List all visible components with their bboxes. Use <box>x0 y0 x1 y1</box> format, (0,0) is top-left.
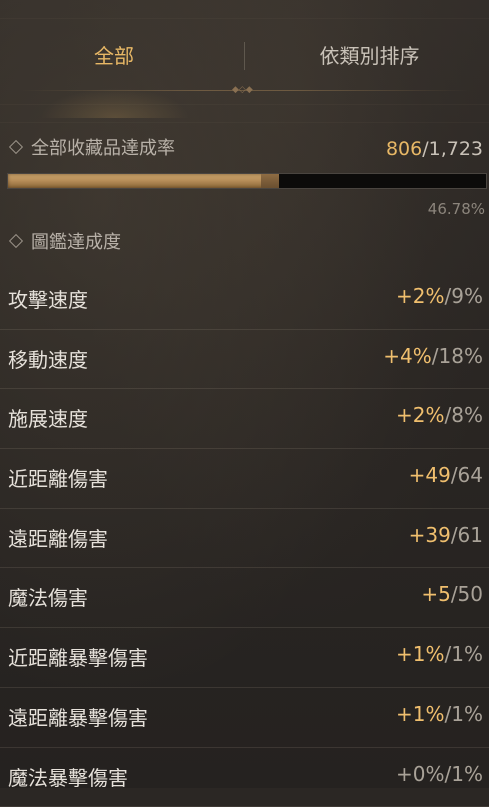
tab-divider <box>244 42 245 70</box>
stat-row: 魔法傷害 +5/50 <box>0 568 489 628</box>
active-tab-glow <box>40 88 190 118</box>
stat-label: 攻擊速度 <box>8 284 88 313</box>
stat-label: 近距離傷害 <box>8 463 108 492</box>
stat-row: 近距離暴擊傷害 +1%/1% <box>0 628 489 688</box>
background-scribble <box>0 122 489 123</box>
stat-bonus: +0% <box>396 762 445 786</box>
stat-label: 魔法傷害 <box>8 582 88 611</box>
collection-current: 806 <box>386 138 422 160</box>
stat-max: /18% <box>432 344 483 368</box>
stat-row: 魔法暴擊傷害 +0%/1% <box>0 748 489 807</box>
stat-label: 移動速度 <box>8 344 88 373</box>
stat-max: /64 <box>451 463 483 487</box>
stat-bonus: +49 <box>409 463 451 487</box>
stat-value: +5/50 <box>421 582 483 606</box>
stat-value: +4%/18% <box>383 344 483 368</box>
collection-percent: 46.78% <box>428 200 485 218</box>
collection-count: 806/1,723 <box>386 136 483 162</box>
collection-progress-tip <box>261 174 279 188</box>
stat-max: /9% <box>445 284 483 308</box>
diamond-bullet-icon <box>9 234 23 248</box>
stat-label: 施展速度 <box>8 403 88 432</box>
codex-title: 圖鑑達成度 <box>31 232 121 253</box>
stat-bonus: +5 <box>421 582 450 606</box>
stat-row: 遠距離暴擊傷害 +1%/1% <box>0 688 489 748</box>
codex-header: 圖鑑達成度 <box>8 230 121 256</box>
stat-max: /8% <box>445 403 483 427</box>
stat-value: +2%/9% <box>396 284 483 308</box>
stat-max: /1% <box>445 702 483 726</box>
stat-max: /50 <box>451 582 483 606</box>
tab-sort-by-category[interactable]: 依類別排序 <box>250 28 489 84</box>
stat-bonus: +4% <box>383 344 432 368</box>
stat-max: /1% <box>445 642 483 666</box>
tab-ornament-icon: ◆◇◆ <box>232 86 248 95</box>
collection-progress-bar <box>7 173 487 189</box>
collection-rate-title: 全部收藏品達成率 <box>31 138 175 159</box>
collection-progress-fill <box>8 174 279 188</box>
stat-value: +2%/8% <box>396 403 483 427</box>
stat-bonus: +2% <box>396 403 445 427</box>
stat-row: 施展速度 +2%/8% <box>0 389 489 449</box>
stat-row: 攻擊速度 +2%/9% <box>0 270 489 330</box>
stat-value: +39/61 <box>409 523 483 547</box>
background-scribble <box>0 18 489 19</box>
tab-bar: 全部 依類別排序 <box>0 28 489 84</box>
stat-value: +1%/1% <box>396 642 483 666</box>
tab-all[interactable]: 全部 <box>0 28 228 84</box>
stat-label: 遠距離暴擊傷害 <box>8 702 148 731</box>
stat-bonus: +1% <box>396 702 445 726</box>
stat-max: /61 <box>451 523 483 547</box>
stat-bonus: +39 <box>409 523 451 547</box>
stat-max: /1% <box>445 762 483 786</box>
stat-bonus: +1% <box>396 642 445 666</box>
stat-bonus: +2% <box>396 284 445 308</box>
stat-row: 近距離傷害 +49/64 <box>0 449 489 509</box>
stat-label: 遠距離傷害 <box>8 523 108 552</box>
stat-value: +1%/1% <box>396 702 483 726</box>
stat-value: +49/64 <box>409 463 483 487</box>
stat-row: 遠距離傷害 +39/61 <box>0 509 489 569</box>
stat-label: 近距離暴擊傷害 <box>8 642 148 671</box>
stat-row: 移動速度 +4%/18% <box>0 330 489 390</box>
collection-total: /1,723 <box>422 138 483 160</box>
diamond-bullet-icon <box>9 140 23 154</box>
stat-label: 魔法暴擊傷害 <box>8 762 128 791</box>
stat-value: +0%/1% <box>396 762 483 786</box>
stat-list: 攻擊速度+2%/9%移動速度+4%/18%施展速度+2%/8%近距離傷害+49/… <box>0 270 489 807</box>
collection-rate-header: 全部收藏品達成率 <box>8 136 175 162</box>
